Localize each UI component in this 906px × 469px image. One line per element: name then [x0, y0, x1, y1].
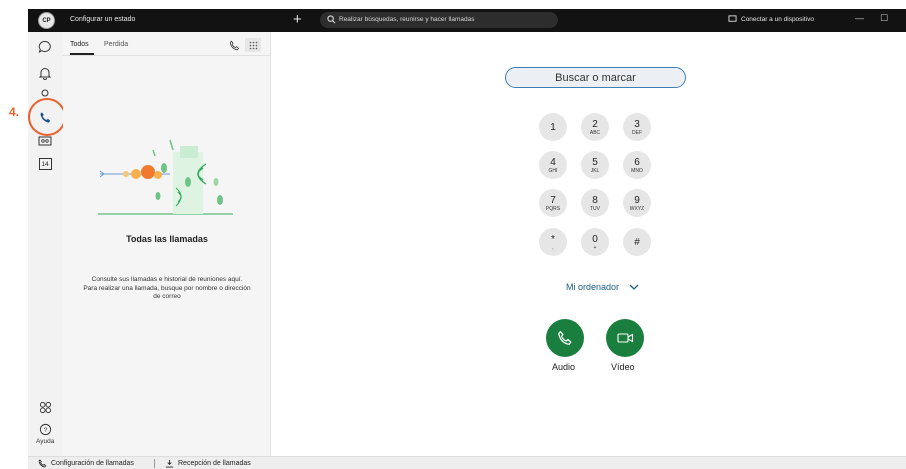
dial-search-input[interactable]: Buscar o marcar [505, 67, 686, 88]
call-settings-button[interactable]: Configuración de llamadas [38, 459, 134, 468]
chat-icon[interactable] [37, 39, 53, 55]
call-pickup-button[interactable]: Recepción de llamadas [165, 459, 251, 468]
tab-todos[interactable]: Todos [70, 41, 89, 48]
connect-device-button[interactable]: Conectar a un dispositivo [728, 15, 814, 23]
tab-perdida[interactable]: Perdida [104, 41, 128, 48]
tab-divider [63, 55, 271, 56]
title-bar: CP Configurar un estado + Realizar búsqu… [28, 9, 906, 32]
svg-text:?: ? [43, 426, 47, 433]
key-digit: * [551, 233, 555, 245]
call-settings-icon[interactable] [226, 38, 242, 52]
key-letters: JKL [590, 167, 600, 174]
dialpad-key-8[interactable]: 8 TUV [581, 189, 609, 217]
dialpad-key-5[interactable]: 5 JKL [581, 151, 609, 179]
dialpad-key-2[interactable]: 2 ABC [581, 113, 609, 141]
video-call-label: Vídeo [611, 362, 635, 372]
left-navigation: 14 ? Ayuda [28, 32, 63, 456]
key-digit: 2 [592, 118, 598, 130]
key-digit: 1 [550, 121, 556, 133]
call-pickup-icon [165, 459, 174, 468]
key-letters: GHI [548, 167, 558, 174]
phone-settings-icon [38, 459, 47, 468]
empty-state-description: Consulte sus llamadas e historial de reu… [83, 276, 251, 302]
key-letters: PQRS [545, 205, 561, 212]
key-letters: WXYZ [629, 205, 645, 212]
key-digit: 9 [634, 194, 640, 206]
dialpad-key-0[interactable]: 0 + [581, 228, 609, 256]
highlight-circle-annotation [28, 98, 66, 136]
dialpad-key-7[interactable]: 7 PQRS [539, 189, 567, 217]
search-placeholder: Realizar búsquedas, reunirse y hacer lla… [339, 16, 475, 23]
video-camera-icon [616, 333, 633, 343]
calendar-icon[interactable]: 14 [37, 156, 53, 172]
device-selector-label: Mi ordenador [566, 282, 620, 292]
call-pickup-label: Recepción de llamadas [178, 460, 251, 467]
key-digit: # [634, 236, 640, 248]
chevron-down-icon [629, 284, 639, 290]
help-icon[interactable]: ? [37, 421, 53, 437]
search-icon [327, 15, 336, 24]
bell-icon[interactable] [37, 65, 53, 81]
empty-state-title: Todas las llamadas [126, 234, 208, 244]
audio-call-label: Audio [552, 362, 576, 372]
dialpad-key-1[interactable]: 1 [539, 113, 567, 141]
maximize-button[interactable]: ☐ [880, 13, 888, 24]
video-call-button[interactable] [606, 319, 644, 357]
key-letters: TUV [590, 205, 600, 212]
dialpad-icon[interactable] [245, 38, 261, 52]
key-digit: 7 [550, 194, 556, 206]
key-digit: 4 [550, 156, 556, 168]
key-digit: 3 [634, 118, 640, 130]
calls-history-panel: Todos Perdida Todas las llamadas Consult… [63, 32, 271, 456]
empty-state-line-1: Consulte sus llamadas e historial de reu… [91, 276, 243, 283]
help-label[interactable]: Ayuda [36, 438, 54, 445]
key-digit: 0 [592, 233, 598, 245]
search-input[interactable]: Realizar búsquedas, reunirse y hacer lla… [320, 12, 558, 28]
divider [154, 459, 155, 468]
dialpad-key-hash[interactable]: # [623, 228, 651, 256]
empty-state-illustration [98, 139, 233, 215]
dialpad-key-4[interactable]: 4 GHI [539, 151, 567, 179]
phone-icon [558, 330, 572, 345]
dialpad-key-9[interactable]: 9 WXYZ [623, 189, 651, 217]
apps-icon[interactable] [37, 399, 53, 415]
calendar-day: 14 [38, 158, 52, 170]
device-selector[interactable]: Mi ordenador [566, 282, 639, 292]
key-digit: 5 [592, 156, 598, 168]
key-digit: 8 [592, 194, 598, 206]
key-digit: 6 [634, 156, 640, 168]
avatar[interactable]: CP [38, 12, 55, 29]
plus-icon[interactable]: + [293, 11, 302, 28]
call-settings-label: Configuración de llamadas [51, 460, 134, 467]
key-letters: , [552, 244, 554, 251]
empty-state-line-2: Para realizar una llamada, busque por no… [83, 284, 251, 301]
connect-device-label: Conectar a un dispositivo [741, 15, 814, 23]
screen-cast-icon [728, 15, 737, 22]
step-number-annotation: 4. [9, 105, 20, 119]
dialpad-key-6[interactable]: 6 MNO [623, 151, 651, 179]
status-bar: Configuración de llamadas Recepción de l… [28, 456, 906, 469]
minimize-button[interactable]: — [855, 13, 864, 23]
audio-call-button[interactable] [546, 319, 584, 357]
key-letters: + [593, 244, 597, 251]
dialpad-key-3[interactable]: 3 DEF [623, 113, 651, 141]
key-letters: DEF [632, 129, 642, 136]
key-letters: MNO [631, 167, 643, 174]
key-letters: ABC [589, 129, 601, 136]
set-status-button[interactable]: Configurar un estado [70, 16, 135, 23]
dialpad-key-star[interactable]: *, [539, 228, 567, 256]
